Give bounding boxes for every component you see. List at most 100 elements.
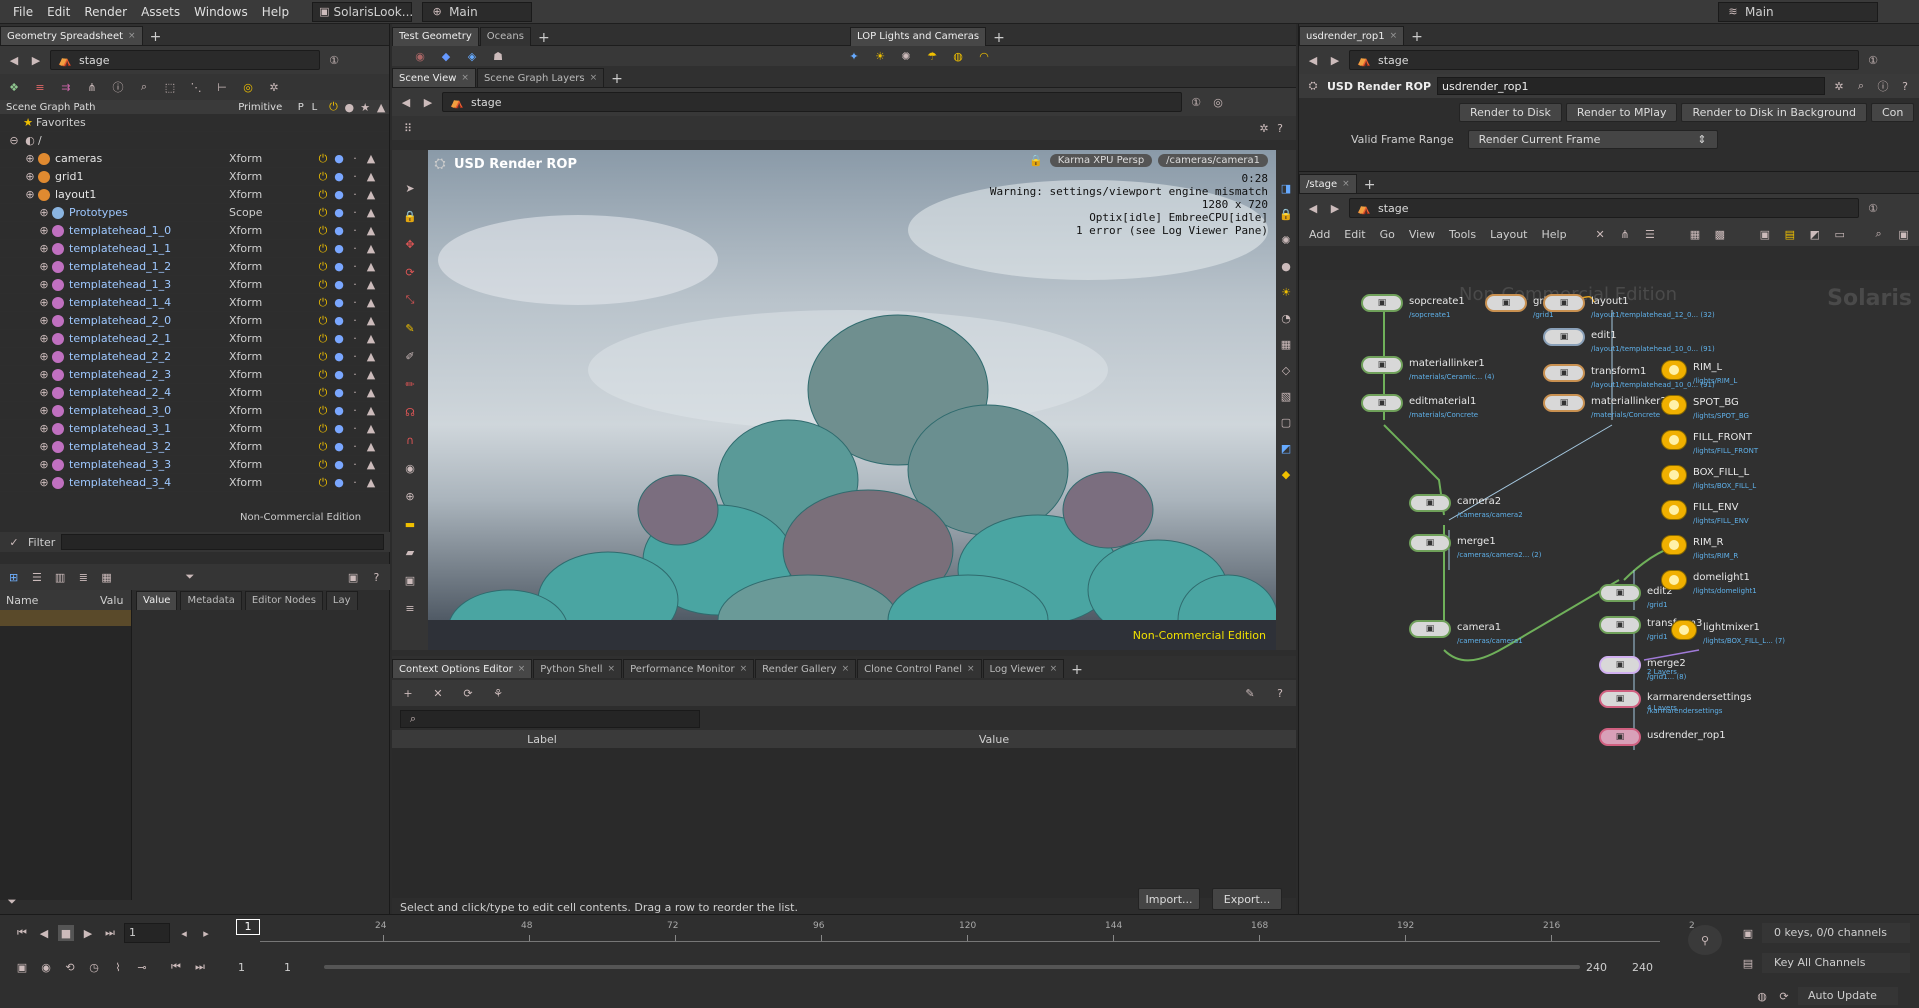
scene-graph-row[interactable]: ⊕ templatehead_3_3 Xform ⏻ ● · ▲ <box>0 456 389 474</box>
select-icon[interactable]: ▲ <box>363 331 379 347</box>
active-icon[interactable]: ⏻ <box>315 349 331 365</box>
expand-toggle-icon[interactable]: ⊕ <box>36 475 52 491</box>
renderer-menu[interactable]: Karma XPU Persp <box>1049 153 1153 167</box>
forward-arrow-icon[interactable]: ▶ <box>1327 52 1343 68</box>
jump-end-icon[interactable]: ⏭ <box>102 925 118 941</box>
shade-icon[interactable]: ▧ <box>1278 388 1294 404</box>
tab-value[interactable]: Value <box>136 590 178 610</box>
list-view-icon[interactable]: ☰ <box>29 569 44 585</box>
info-icon[interactable]: ⓘ <box>110 79 126 95</box>
render-to-disk-button[interactable]: Render to Disk <box>1459 102 1562 122</box>
lock-icon[interactable]: 🔒 <box>1278 206 1294 222</box>
scene-graph-row[interactable]: ⊕ layout1 Xform ⏻ ● · ▲ <box>0 186 389 204</box>
active-icon[interactable]: ⏻ <box>315 169 331 185</box>
rotate-icon[interactable]: ⟳ <box>402 264 418 280</box>
menu-file[interactable]: File <box>6 5 40 19</box>
menu-windows[interactable]: Windows <box>187 5 255 19</box>
scene-graph-row[interactable]: ⊕ templatehead_1_0 Xform ⏻ ● · ▲ <box>0 222 389 240</box>
add-tab-icon[interactable]: + <box>532 30 556 46</box>
expand-toggle-icon[interactable]: ⊕ <box>22 187 38 203</box>
grid-icon[interactable]: ▦ <box>1689 226 1700 242</box>
node-sopcreate1[interactable]: ▣ <box>1361 294 1403 312</box>
expand-toggle-icon[interactable]: ⊕ <box>36 349 52 365</box>
view-icon[interactable]: ◩ <box>1278 440 1294 456</box>
dot-icon[interactable]: · <box>347 205 363 221</box>
target-icon[interactable]: ◎ <box>240 79 256 95</box>
note-icon[interactable]: ▤ <box>1784 226 1795 242</box>
node-name-field[interactable]: usdrender_rop1 <box>1437 77 1825 95</box>
net-menu-add[interactable]: Add <box>1309 228 1330 241</box>
light-node[interactable] <box>1661 465 1687 485</box>
gear-icon[interactable]: ✲ <box>1831 78 1847 94</box>
visibility-icon[interactable]: ● <box>331 349 347 365</box>
light-node[interactable] <box>1661 395 1687 415</box>
search-icon[interactable]: ⌕ <box>1873 226 1884 242</box>
tab-layers[interactable]: Lay <box>325 590 358 610</box>
camera-icon[interactable]: ▣ <box>346 569 361 585</box>
scene-graph-row[interactable]: ⊕ templatehead_1_4 Xform ⏻ ● · ▲ <box>0 294 389 312</box>
active-icon[interactable]: ⏻ <box>315 331 331 347</box>
grid-icon[interactable]: ▦ <box>99 569 114 585</box>
net-menu-layout[interactable]: Layout <box>1490 228 1527 241</box>
box-icon[interactable]: ▭ <box>1834 226 1845 242</box>
pose-icon[interactable]: ☊ <box>402 404 418 420</box>
close-icon[interactable]: × <box>518 664 526 674</box>
select-icon[interactable]: ▲ <box>363 241 379 257</box>
spot-icon[interactable]: ☂ <box>924 48 940 64</box>
area-light-icon[interactable]: ◍ <box>950 48 966 64</box>
node-materiallinker1[interactable]: ▣ <box>1361 356 1403 374</box>
image-icon[interactable]: ▣ <box>1759 226 1770 242</box>
expand-toggle-icon[interactable]: ⊕ <box>36 457 52 473</box>
tab-scene-graph-layers[interactable]: Scene Graph Layers × <box>476 68 605 87</box>
visibility-icon[interactable]: ● <box>331 367 347 383</box>
next-key-icon[interactable]: ⏭ <box>192 959 208 975</box>
scene-graph-row[interactable]: ⊕ templatehead_2_1 Xform ⏻ ● · ▲ <box>0 330 389 348</box>
collapse-toggle-icon[interactable]: ⊖ <box>6 133 22 149</box>
dot-icon[interactable]: · <box>347 169 363 185</box>
light-node[interactable] <box>1661 430 1687 450</box>
close-icon[interactable]: × <box>842 664 850 674</box>
active-icon[interactable]: ⏻ <box>315 223 331 239</box>
add-tab-icon[interactable]: + <box>1358 177 1382 193</box>
key-icon[interactable]: ⌇ <box>110 959 126 975</box>
tab-render-gallery[interactable]: Render Gallery × <box>755 659 857 678</box>
lock-icon[interactable]: 🔒 <box>402 208 418 224</box>
visibility-icon[interactable]: ● <box>331 277 347 293</box>
dot-icon[interactable]: · <box>347 367 363 383</box>
close-icon[interactable]: × <box>461 73 469 83</box>
tab-geometry-spreadsheet[interactable]: Geometry Spreadsheet × <box>0 26 143 45</box>
node-materiallinker2[interactable]: ▣ <box>1543 394 1585 412</box>
select-icon[interactable]: ▲ <box>363 151 379 167</box>
scene-graph-row[interactable]: ⊕ templatehead_2_2 Xform ⏻ ● · ▲ <box>0 348 389 366</box>
filter-icon[interactable]: ⚘ <box>490 685 506 701</box>
cube-icon[interactable]: ▣ <box>402 572 418 588</box>
forward-arrow-icon[interactable]: ▶ <box>1327 200 1343 216</box>
lock-icon[interactable]: 🔒 <box>1028 152 1044 168</box>
help-icon[interactable]: ? <box>1272 685 1288 701</box>
refresh-icon[interactable]: ⟳ <box>1776 988 1792 1004</box>
visibility-icon[interactable]: ● <box>331 223 347 239</box>
dot-icon[interactable]: · <box>347 277 363 293</box>
visibility-icon[interactable]: ● <box>331 331 347 347</box>
close-icon[interactable]: × <box>608 664 616 674</box>
play-backward-icon[interactable]: ◀ <box>36 925 52 941</box>
visibility-icon[interactable]: ● <box>331 403 347 419</box>
pin-icon[interactable]: ① <box>326 52 342 68</box>
back-arrow-icon[interactable]: ◀ <box>6 52 22 68</box>
expand-toggle-icon[interactable]: ⊕ <box>36 421 52 437</box>
visibility-icon[interactable]: ● <box>331 241 347 257</box>
list-icon[interactable]: ☰ <box>1644 226 1655 242</box>
expand-toggle-icon[interactable]: ⊕ <box>36 403 52 419</box>
node-transform1[interactable]: ▣ <box>1543 364 1585 382</box>
active-icon[interactable]: ⏻ <box>315 385 331 401</box>
pin-icon[interactable]: ① <box>1865 200 1881 216</box>
active-icon[interactable]: ⏻ <box>315 295 331 311</box>
menu-assets[interactable]: Assets <box>134 5 187 19</box>
select-icon[interactable]: ▲ <box>363 421 379 437</box>
play-forward-icon[interactable]: ▶ <box>80 925 96 941</box>
node-usdrender_rop1[interactable]: ▣ <box>1599 728 1641 746</box>
close-icon[interactable]: × <box>590 73 598 83</box>
close-icon[interactable]: × <box>1390 31 1398 41</box>
node-camera1[interactable]: ▣ <box>1409 620 1451 638</box>
auto-update-menu[interactable]: Auto Update <box>1798 987 1898 1005</box>
